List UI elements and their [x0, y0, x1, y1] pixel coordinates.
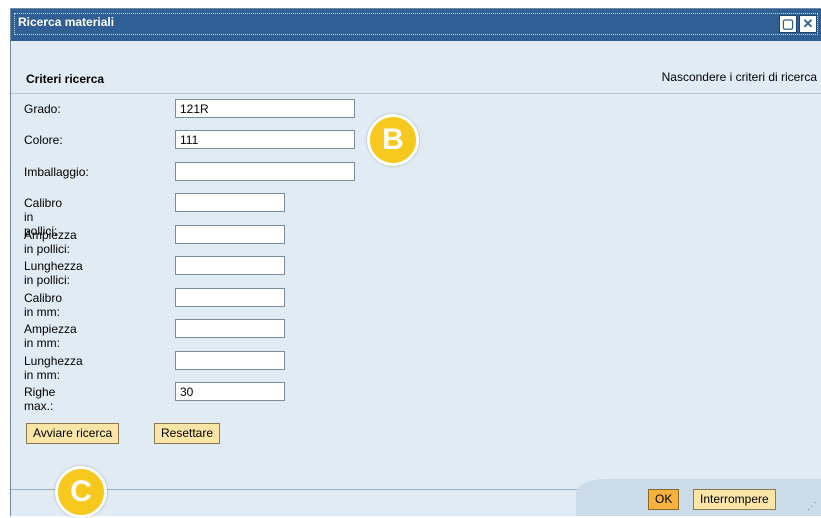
field-label-lunghezza-mm: Lunghezza in mm:	[24, 354, 83, 382]
resize-grip-icon[interactable]: ⋰	[807, 501, 817, 512]
dialog-title: Ricerca materiali	[18, 15, 115, 29]
close-icon[interactable]: ✕	[799, 15, 817, 33]
field-label-imballaggio: Imballaggio:	[24, 165, 89, 179]
reset-button[interactable]: Resettare	[154, 423, 221, 444]
title-bar-focus-border	[14, 13, 818, 35]
colore-input[interactable]	[175, 130, 355, 149]
calibro-pollici-input[interactable]	[175, 193, 285, 212]
field-label-ampiezza-mm: Ampiezza in mm:	[24, 322, 77, 350]
imballaggio-input[interactable]	[175, 162, 355, 181]
callout-badge-b: B	[367, 114, 419, 166]
callout-badge-c: C	[55, 466, 107, 518]
ok-button[interactable]: OK	[648, 489, 680, 510]
field-label-lunghezza-pollici: Lunghezza in pollici:	[24, 259, 83, 287]
maximize-icon[interactable]: ▢	[779, 15, 797, 33]
hide-criteria-link[interactable]: Nascondere i criteri di ricerca	[662, 70, 817, 84]
field-label-ampiezza-pollici: Ampiezza in pollici:	[24, 228, 77, 256]
righe-max-input[interactable]	[175, 382, 285, 401]
criteria-title: Criteri ricerca	[26, 72, 105, 86]
cancel-button[interactable]: Interrompere	[693, 489, 776, 510]
grado-input[interactable]	[175, 99, 355, 118]
lunghezza-pollici-input[interactable]	[175, 256, 285, 275]
search-dialog: Ricerca materiali ▢ ✕ Criteri ricerca Na…	[10, 8, 821, 516]
ampiezza-mm-input[interactable]	[175, 319, 285, 338]
criteria-header: Criteri ricerca Nascondere i criteri di …	[11, 41, 821, 94]
title-bar[interactable]: Ricerca materiali ▢ ✕	[11, 9, 821, 41]
field-label-calibro-mm: Calibro in mm:	[24, 291, 63, 319]
field-label-righe-max: Righe max.:	[24, 385, 56, 413]
ampiezza-pollici-input[interactable]	[175, 225, 285, 244]
start-search-button[interactable]: Avviare ricerca	[26, 423, 120, 444]
field-label-colore: Colore:	[24, 133, 63, 147]
calibro-mm-input[interactable]	[175, 288, 285, 307]
lunghezza-mm-input[interactable]	[175, 351, 285, 370]
field-label-grado: Grado:	[24, 102, 61, 116]
